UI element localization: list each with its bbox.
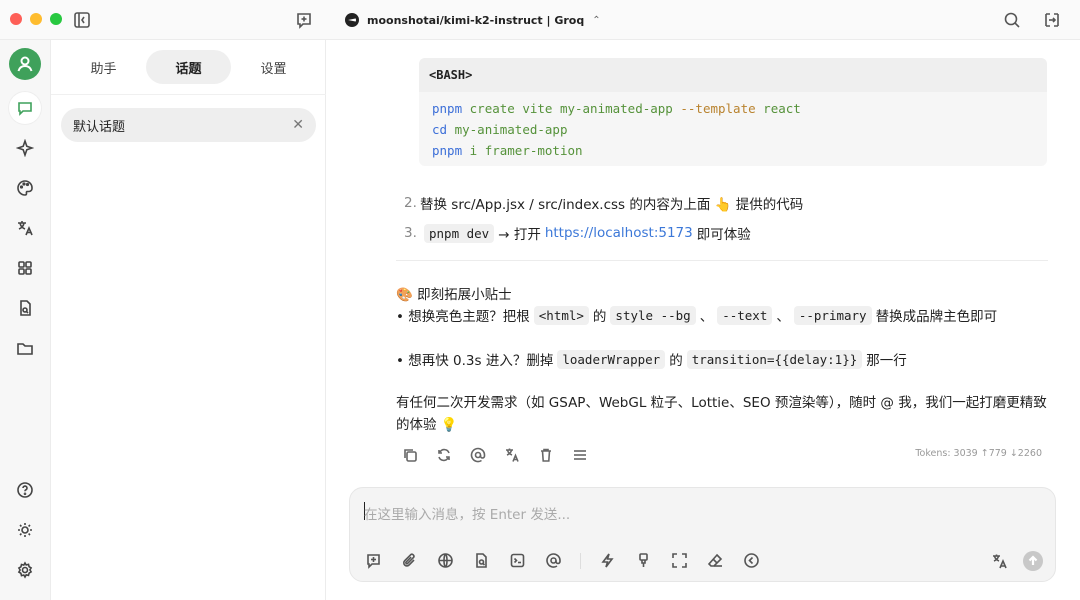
code-language-label: <BASH>: [419, 58, 1047, 92]
tips-title: 🎨 即刻拓展小贴士: [396, 287, 512, 303]
code-body: pnpm create vite my-animated-app --templ…: [419, 92, 1047, 166]
zoom-window-button[interactable]: [50, 13, 62, 25]
theme-toggle-button[interactable]: [9, 514, 41, 546]
translate-icon[interactable]: [990, 552, 1009, 571]
message-input-placeholder: 在这里输入消息，按 Enter 发送...: [364, 507, 571, 523]
divider: [396, 260, 1048, 261]
agents-nav-button[interactable]: [9, 132, 41, 164]
tab-assistants[interactable]: 助手: [61, 50, 146, 84]
delete-icon[interactable]: [536, 445, 556, 465]
menu-icon[interactable]: [570, 445, 590, 465]
new-topic-icon[interactable]: [294, 10, 314, 30]
list-item: 3. pnpm dev → 打开 https://localhost:5173 …: [404, 223, 751, 243]
palette-icon: [17, 180, 33, 196]
eraser-icon[interactable]: [706, 551, 725, 570]
minimize-window-button[interactable]: [30, 13, 42, 25]
model-logo-icon: [345, 13, 359, 27]
help-icon: [17, 482, 33, 498]
topics-panel: 助手 话题 设置 默认话题 ✕: [51, 40, 326, 600]
folder-nav-button[interactable]: [9, 332, 41, 364]
tip-line: • 想换亮色主题？把根 <html> 的 style --bg 、 --text…: [396, 305, 998, 325]
input-right-tools: [990, 551, 1043, 571]
document-search-icon: [20, 300, 31, 316]
attachment-icon[interactable]: [400, 551, 419, 570]
gear-icon: [17, 561, 33, 579]
search-icon[interactable]: [1002, 10, 1022, 30]
knowledge-base-icon[interactable]: [472, 551, 491, 570]
theme-icon: [18, 523, 32, 537]
paint-nav-button[interactable]: [9, 172, 41, 204]
model-selector[interactable]: moonshotai/kimi-k2-instruct | Groq ⌃: [345, 11, 601, 29]
help-nav-button[interactable]: [9, 474, 41, 506]
list-item: 2. 替换 src/App.jsx / src/index.css 的内容为上面…: [404, 195, 804, 213]
regenerate-icon[interactable]: [434, 445, 454, 465]
tab-settings[interactable]: 设置: [231, 50, 316, 84]
token-count: Tokens: 3039 ↑779 ↓2260: [915, 448, 1042, 459]
divider: [51, 94, 326, 95]
collapse-icon[interactable]: [742, 551, 761, 570]
files-search-nav-button[interactable]: [9, 292, 41, 324]
chat-nav-button[interactable]: [9, 92, 41, 124]
code-line: cd my-animated-app: [432, 122, 568, 137]
translate-icon[interactable]: [502, 445, 522, 465]
tip-line: • 想再快 0.3s 进入？删掉 loaderWrapper 的 transit…: [396, 349, 907, 369]
tips-section: 🎨 即刻拓展小贴士 • 想换亮色主题？把根 <html> 的 style --b…: [396, 282, 1056, 436]
code-line: pnpm i framer-motion: [432, 143, 583, 158]
toolbar-divider: [580, 552, 581, 569]
copy-icon[interactable]: [400, 445, 420, 465]
model-name-label: moonshotai/kimi-k2-instruct | Groq: [367, 13, 585, 27]
message-actions: [400, 443, 590, 467]
code-block: <BASH> pnpm create vite my-animated-app …: [419, 58, 1047, 166]
code-line: pnpm create vite my-animated-app --templ…: [432, 101, 801, 116]
translate-icon: [18, 221, 33, 236]
layout-toggle-icon[interactable]: [1042, 10, 1062, 30]
inline-code: pnpm dev: [424, 223, 495, 243]
lightning-icon[interactable]: [598, 551, 617, 570]
brush-icon[interactable]: [634, 551, 653, 570]
message-input-box[interactable]: 在这里输入消息，按 Enter 发送...: [349, 487, 1056, 582]
apps-nav-button[interactable]: [9, 252, 41, 284]
input-toolbar: [364, 551, 761, 570]
mcp-tools-icon[interactable]: [508, 551, 527, 570]
close-icon[interactable]: ✕: [292, 117, 304, 133]
chevron-updown-icon: ⌃: [592, 14, 601, 26]
topic-item[interactable]: 默认话题 ✕: [61, 108, 316, 142]
folder-icon: [17, 343, 33, 355]
web-search-icon[interactable]: [436, 551, 455, 570]
panel-tabs: 助手 话题 设置: [61, 50, 316, 84]
grid-icon: [18, 261, 32, 275]
topic-label: 默认话题: [73, 119, 126, 135]
avatar[interactable]: [9, 48, 41, 80]
mention-icon[interactable]: [544, 551, 563, 570]
close-window-button[interactable]: [10, 13, 22, 25]
settings-nav-button[interactable]: [9, 554, 41, 586]
fullscreen-icon[interactable]: [670, 551, 689, 570]
arrow-up-icon: [1028, 555, 1038, 565]
chat-area: <BASH> pnpm create vite my-animated-app …: [326, 40, 1080, 600]
new-topic-icon[interactable]: [364, 551, 383, 570]
title-bar: moonshotai/kimi-k2-instruct | Groq ⌃: [0, 0, 1080, 40]
sidebar-toggle-icon[interactable]: [72, 10, 92, 30]
closing-paragraph: 有任何二次开发需求（如 GSAP、WebGL 粒子、Lottie、SEO 预渲染…: [396, 395, 1047, 433]
sparkle-icon: [16, 139, 34, 157]
chat-bubble-icon: [18, 102, 32, 116]
translate-nav-button[interactable]: [9, 212, 41, 244]
tab-topics[interactable]: 话题: [146, 50, 231, 84]
send-button[interactable]: [1023, 551, 1043, 571]
icon-rail: [0, 40, 51, 600]
mention-icon[interactable]: [468, 445, 488, 465]
steps-list: 2. 替换 src/App.jsx / src/index.css 的内容为上面…: [404, 188, 1044, 248]
localhost-link[interactable]: https://localhost:5173: [545, 225, 693, 241]
